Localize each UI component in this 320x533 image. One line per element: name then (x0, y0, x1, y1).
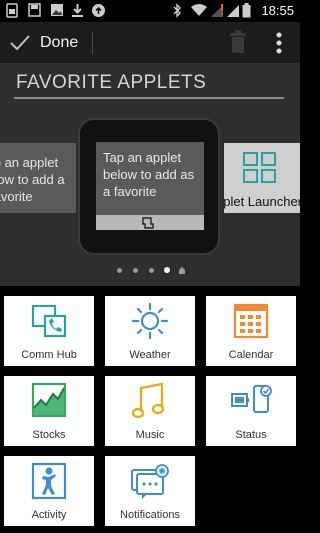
applet-tile-notifications[interactable]: Notifications (105, 456, 195, 526)
notifications-icon (131, 464, 169, 499)
calendar-icon (233, 303, 269, 339)
checkmark-icon (10, 35, 30, 51)
page-dot (117, 268, 122, 273)
favorite-slot-left-line-3: favorite (0, 189, 33, 204)
status-bar: 18:55 (0, 0, 300, 22)
applet-tile-calendar[interactable]: Calendar (206, 296, 296, 366)
music-icon (132, 382, 165, 419)
overflow-menu-icon[interactable] (268, 30, 290, 56)
favorite-slot-left-line-1: Tap an applet (0, 155, 59, 170)
applet-tile-activity[interactable]: Activity (4, 456, 94, 526)
watch-favorite-slot[interactable]: Tap an applet below to add as a favorite (96, 142, 204, 230)
sim-icon (6, 3, 18, 18)
battery-icon (242, 3, 251, 18)
watch-slot-text: Tap an applet below to add as a favorite (103, 150, 195, 199)
trash-icon[interactable] (229, 30, 247, 54)
clock: 18:55 (261, 3, 294, 18)
status-icon (231, 385, 272, 413)
applet-label: Stocks (32, 429, 66, 441)
bluetooth-icon (173, 3, 181, 18)
page-dot (149, 268, 154, 273)
done-button[interactable]: Done (0, 22, 92, 64)
wifi-icon (191, 4, 207, 16)
applet-launcher-icon (243, 152, 276, 183)
sync-icon (92, 4, 105, 17)
applet-launcher-label: pplet Launcher (224, 194, 300, 209)
activity-icon (31, 462, 67, 500)
applet-label: Status (235, 429, 267, 441)
applet-label: Notifications (120, 509, 180, 521)
action-bar: Done (0, 22, 300, 64)
title-underline (14, 97, 284, 99)
applet-tile-comm-hub[interactable]: Comm Hub (4, 296, 94, 366)
comm-hub-icon (31, 304, 67, 338)
watch-glyph-icon (142, 217, 154, 229)
page-indicator (0, 265, 300, 277)
weather-icon (131, 302, 169, 340)
applet-label: Music (135, 429, 165, 441)
applet-tile-weather[interactable]: Weather (105, 296, 195, 366)
signal-icon (227, 5, 239, 17)
applet-label: Comm Hub (21, 349, 77, 361)
applet-tile-stocks[interactable]: Stocks (4, 376, 94, 446)
applet-label: Weather (129, 349, 171, 361)
stocks-icon (31, 382, 67, 418)
favorites-panel: FAVORITE APPLETS Tap an applet below to … (0, 64, 300, 286)
save-icon (28, 3, 41, 17)
favorite-slot-left[interactable]: Tap an applet below to add a favorite (0, 143, 76, 213)
watch-launcher-bar (96, 215, 204, 230)
download-icon (72, 4, 83, 17)
applet-label: Activity (31, 509, 67, 521)
page-dot (133, 268, 138, 273)
applet-tile-status[interactable]: Status (206, 376, 296, 446)
applet-tile-music[interactable]: Music (105, 376, 195, 446)
applet-label: Calendar (228, 349, 274, 361)
action-bar-divider (92, 32, 93, 54)
home-page-icon (179, 267, 185, 274)
applet-launcher-card[interactable]: pplet Launcher (224, 143, 300, 213)
applet-grid: Comm Hub Weather Calendar Stocks Music S… (0, 286, 300, 533)
page-dot-active (164, 267, 170, 273)
page-title: FAVORITE APPLETS (16, 72, 207, 93)
no-signal-icon (211, 4, 223, 17)
done-label: Done (40, 34, 79, 51)
favorite-slot-left-line-2: below to add a (0, 172, 65, 187)
image-icon (51, 4, 63, 16)
